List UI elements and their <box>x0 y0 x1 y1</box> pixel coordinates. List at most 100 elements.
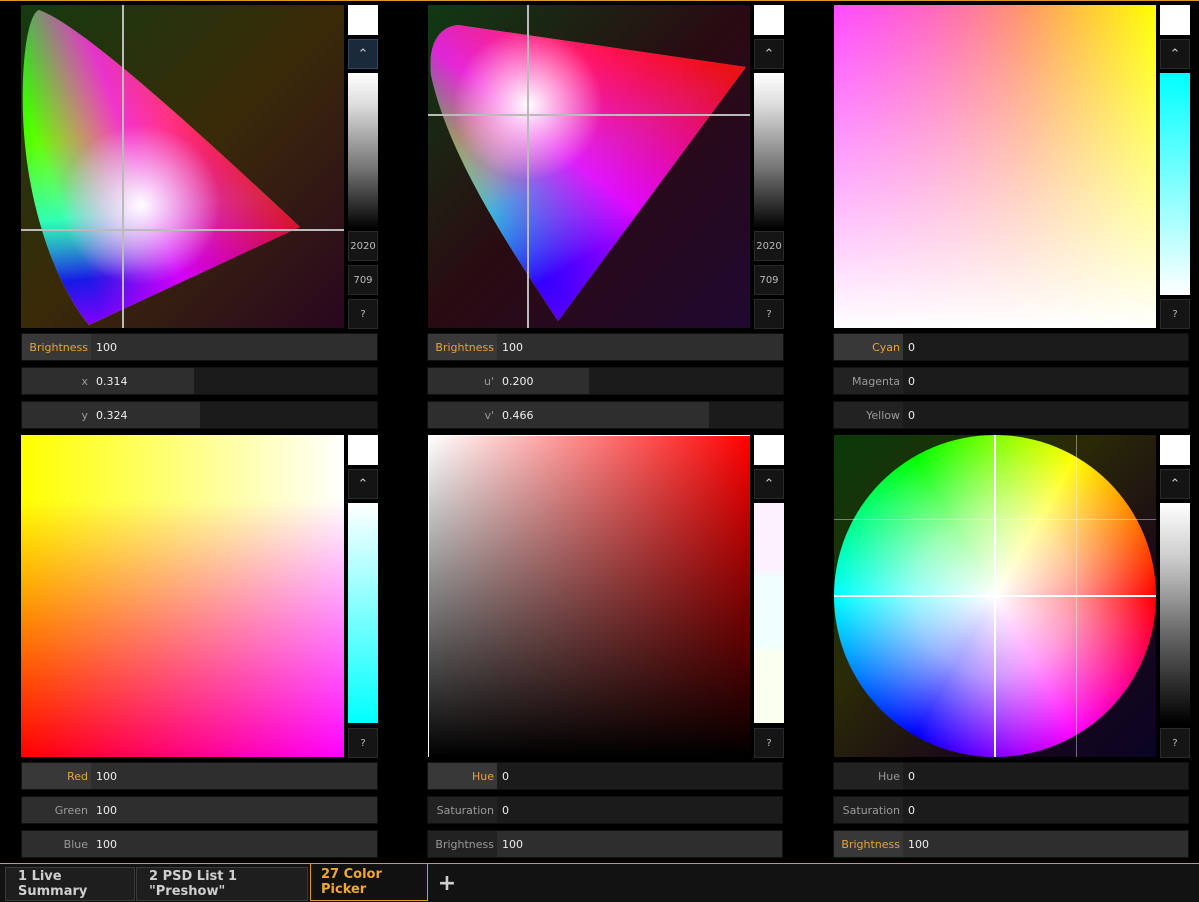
field-label: Brightness <box>428 334 497 360</box>
x-coordinate-field[interactable]: x 0.314 <box>21 367 378 395</box>
hsb-collapse-button[interactable]: ⌃ <box>754 469 784 499</box>
u-prime-field[interactable]: u' 0.200 <box>427 367 784 395</box>
cmy-cyan-strip[interactable] <box>1160 73 1190 295</box>
cyan-field[interactable]: Cyan 0 <box>833 333 1189 361</box>
brightness-field[interactable]: Brightness 100 <box>21 333 378 361</box>
brightness-field[interactable]: Brightness 100 <box>427 333 784 361</box>
field-value[interactable]: 0 <box>903 763 1188 789</box>
chevron-up-icon: ⌃ <box>1169 476 1181 492</box>
wheel-brightness-strip[interactable] <box>1160 503 1190 723</box>
field-label: Red <box>22 763 91 789</box>
hue-field[interactable]: Hue 0 <box>427 762 783 790</box>
help-button[interactable]: ? <box>348 299 378 329</box>
field-label: Yellow <box>834 402 903 428</box>
field-value[interactable]: 0 <box>497 763 782 789</box>
field-label: Saturation <box>834 797 903 823</box>
hue-field[interactable]: Hue 0 <box>833 762 1189 790</box>
field-value[interactable]: 0 <box>903 402 1188 428</box>
chevron-up-icon: ⌃ <box>763 46 775 62</box>
field-label: Brightness <box>834 831 903 857</box>
cie-uv-picker[interactable] <box>428 5 750 328</box>
brightness-field[interactable]: Brightness 100 <box>427 830 783 858</box>
cie-xy-color-swatch <box>348 5 378 35</box>
cmy-collapse-button[interactable]: ⌃ <box>1160 39 1190 69</box>
field-label: Blue <box>22 831 91 857</box>
gamut-709-button[interactable]: 709 <box>754 265 784 295</box>
field-value[interactable]: 100 <box>91 334 377 360</box>
wheel-crosshair-horizontal <box>834 595 1156 597</box>
gamut-2020-button[interactable]: 2020 <box>348 231 378 261</box>
tab-psd-list[interactable]: 2 PSD List 1 "Preshow" <box>136 867 308 901</box>
field-value[interactable]: 0 <box>497 797 782 823</box>
field-value[interactable]: 100 <box>91 797 377 823</box>
field-value[interactable]: 0.324 <box>91 402 377 428</box>
help-button[interactable]: ? <box>754 728 784 758</box>
cie-xy-picker[interactable] <box>21 5 344 328</box>
saturation-field[interactable]: Saturation 0 <box>833 796 1189 824</box>
field-value[interactable]: 0 <box>903 368 1188 394</box>
top-accent-line <box>0 0 1199 1</box>
tab-live-summary[interactable]: 1 Live Summary <box>5 867 135 901</box>
field-label: Magenta <box>834 368 903 394</box>
help-button[interactable]: ? <box>754 299 784 329</box>
field-label: Saturation <box>428 797 497 823</box>
field-label: Hue <box>834 763 903 789</box>
cie-uv-brightness-strip[interactable] <box>754 73 784 229</box>
help-button[interactable]: ? <box>1160 299 1190 329</box>
hsb-color-swatch <box>754 435 784 465</box>
field-value[interactable]: 0 <box>903 797 1188 823</box>
yellow-field[interactable]: Yellow 0 <box>833 401 1189 429</box>
magenta-field[interactable]: Magenta 0 <box>833 367 1189 395</box>
chevron-up-icon: ⌃ <box>1169 46 1181 62</box>
saturation-field[interactable]: Saturation 0 <box>427 796 783 824</box>
field-value[interactable]: 100 <box>903 831 1188 857</box>
chevron-up-icon: ⌃ <box>763 476 775 492</box>
field-value[interactable]: 100 <box>497 831 782 857</box>
field-label: u' <box>428 368 497 394</box>
field-value[interactable]: 0 <box>903 334 1188 360</box>
blue-field[interactable]: Blue 100 <box>21 830 378 858</box>
chevron-up-icon: ⌃ <box>357 476 369 492</box>
field-value[interactable]: 0.314 <box>91 368 377 394</box>
add-tab-button[interactable]: + <box>434 870 460 896</box>
field-value[interactable]: 100 <box>91 831 377 857</box>
red-field[interactable]: Red 100 <box>21 762 378 790</box>
field-value[interactable]: 0.200 <box>497 368 783 394</box>
brightness-field[interactable]: Brightness 100 <box>833 830 1189 858</box>
cmy-picker[interactable] <box>834 5 1156 328</box>
field-label: v' <box>428 402 497 428</box>
y-coordinate-field[interactable]: y 0.324 <box>21 401 378 429</box>
gamut-2020-button[interactable]: 2020 <box>754 231 784 261</box>
field-label: Brightness <box>22 334 91 360</box>
gamut-709-button[interactable]: 709 <box>348 265 378 295</box>
field-label: Green <box>22 797 91 823</box>
green-field[interactable]: Green 100 <box>21 796 378 824</box>
wheel-color-swatch <box>1160 435 1190 465</box>
cie-xy-brightness-strip[interactable] <box>348 73 378 229</box>
cmy-color-swatch <box>1160 5 1190 35</box>
help-button[interactable]: ? <box>1160 728 1190 758</box>
help-button[interactable]: ? <box>348 728 378 758</box>
tab-color-picker[interactable]: 27 Color Picker <box>310 864 428 901</box>
field-value[interactable]: 0.466 <box>497 402 783 428</box>
rgb-picker[interactable] <box>21 435 344 757</box>
cie-xy-collapse-button[interactable]: ⌃ <box>348 39 378 69</box>
field-label: Cyan <box>834 334 903 360</box>
chevron-up-icon: ⌃ <box>357 46 369 62</box>
cie-uv-collapse-button[interactable]: ⌃ <box>754 39 784 69</box>
field-label: y <box>22 402 91 428</box>
saturation-brightness-picker[interactable] <box>428 435 750 757</box>
cie-uv-color-swatch <box>754 5 784 35</box>
field-label: x <box>22 368 91 394</box>
field-label: Brightness <box>428 831 497 857</box>
rgb-collapse-button[interactable]: ⌃ <box>348 469 378 499</box>
v-prime-field[interactable]: v' 0.466 <box>427 401 784 429</box>
rgb-color-swatch <box>348 435 378 465</box>
rgb-blue-strip[interactable] <box>348 503 378 723</box>
field-value[interactable]: 100 <box>497 334 783 360</box>
field-value[interactable]: 100 <box>91 763 377 789</box>
wheel-collapse-button[interactable]: ⌃ <box>1160 469 1190 499</box>
hue-strip[interactable] <box>754 503 784 723</box>
color-wheel-picker[interactable] <box>834 435 1156 757</box>
field-label: Hue <box>428 763 497 789</box>
